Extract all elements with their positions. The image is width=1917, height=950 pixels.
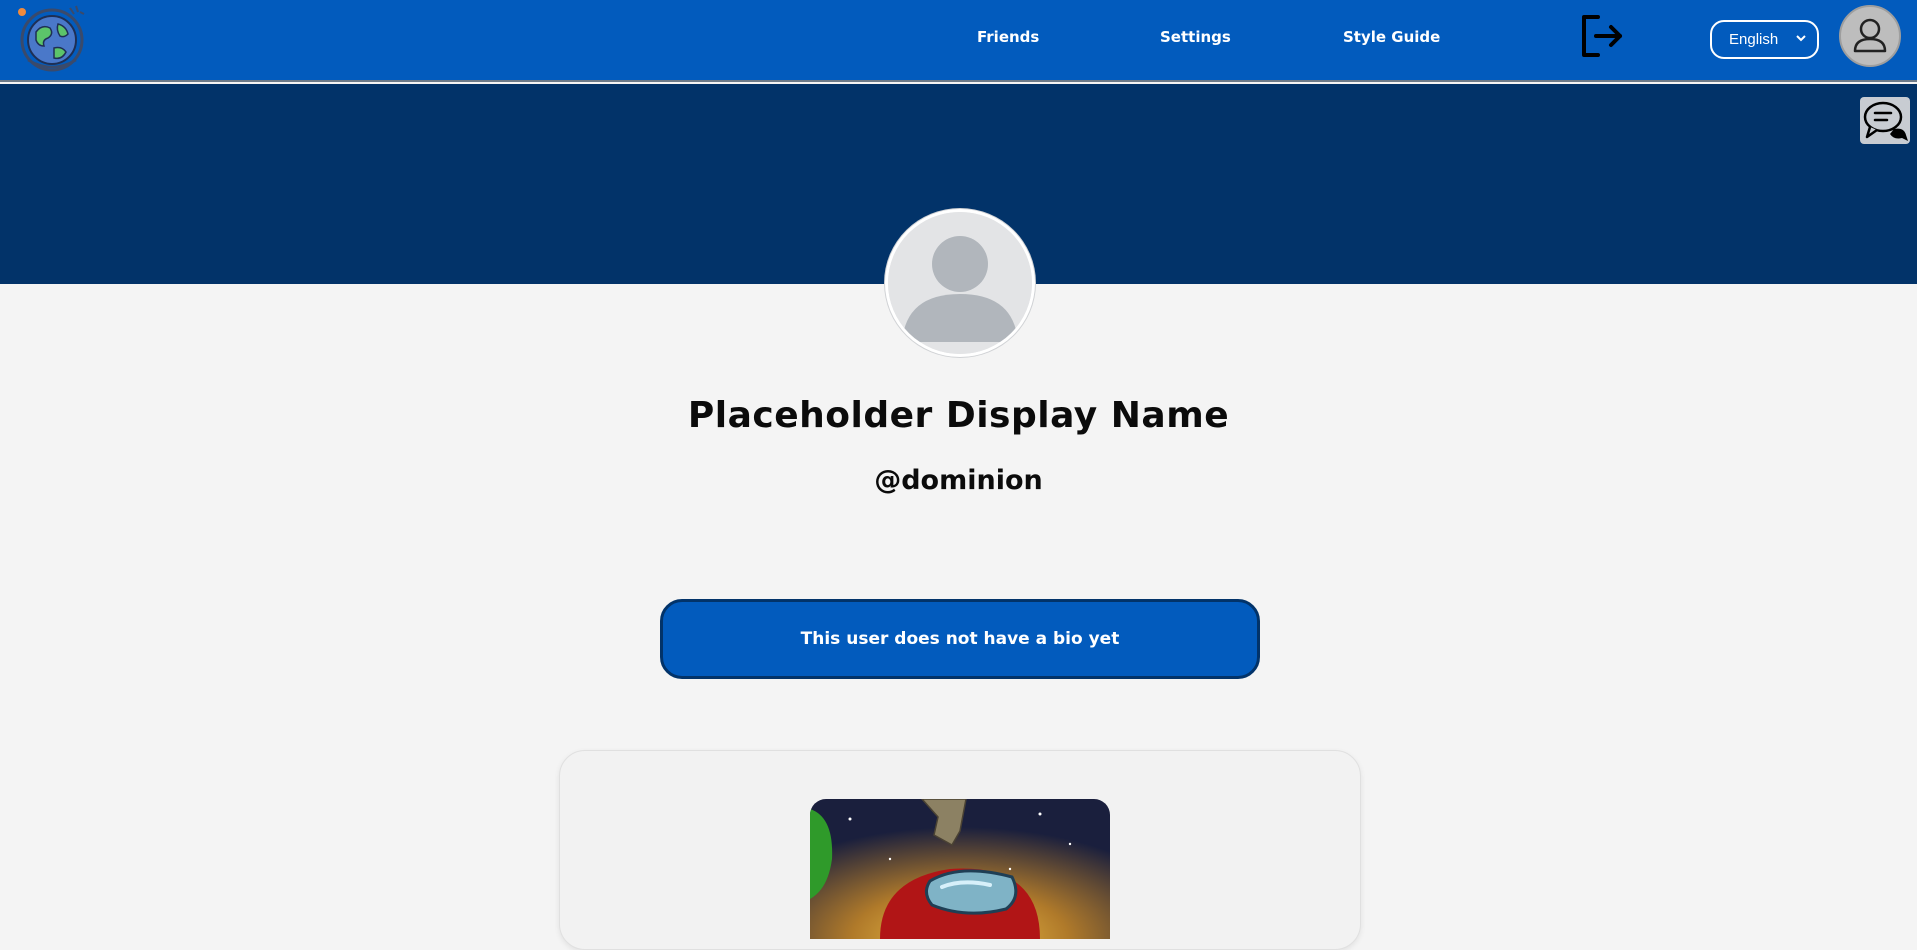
chat-bubbles-icon[interactable] (1860, 97, 1910, 144)
top-navbar: Friends Settings Style Guide English (0, 0, 1917, 82)
logout-icon[interactable] (1578, 12, 1626, 60)
profile-display-name: Placeholder Display Name (687, 395, 1230, 436)
user-avatar-icon[interactable] (1839, 5, 1901, 67)
game-cover-image[interactable] (810, 799, 1110, 939)
chevron-down-icon (1796, 35, 1806, 42)
profile-username: @dominion (874, 465, 1043, 496)
nav-style-guide-link[interactable]: Style Guide (1343, 28, 1440, 46)
nav-friends-link[interactable]: Friends (977, 28, 1039, 46)
profile-avatar (885, 209, 1035, 357)
globe-logo-icon[interactable] (14, 2, 90, 72)
language-select[interactable]: English (1710, 20, 1819, 59)
language-select-value: English (1729, 31, 1779, 48)
nav-settings-link[interactable]: Settings (1160, 28, 1231, 46)
profile-bio: This user does not have a bio yet (660, 599, 1260, 679)
